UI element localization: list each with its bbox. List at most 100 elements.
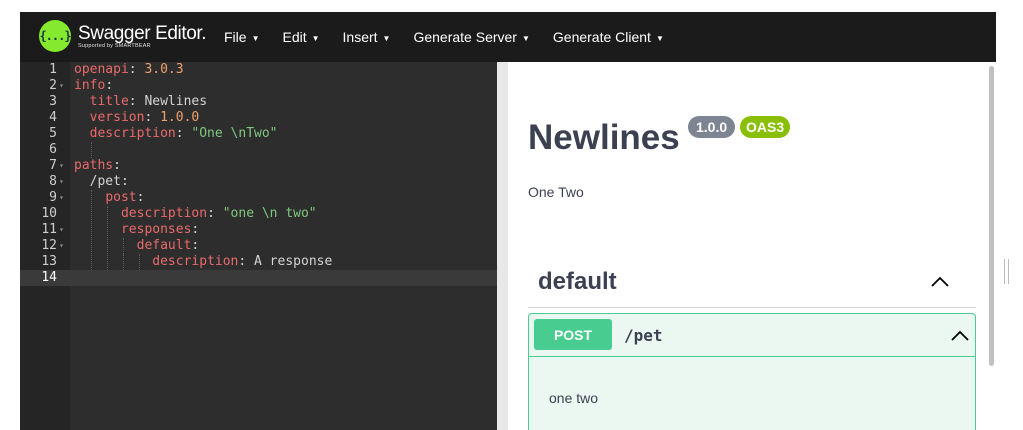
code-token: responses — [120, 222, 192, 237]
caret-down-icon: ▼ — [251, 34, 260, 43]
code-line[interactable]: 4 version: 1.0.0 — [20, 110, 497, 126]
fold-arrow-icon[interactable]: ▾ — [59, 78, 64, 94]
pane-splitter[interactable] — [497, 62, 508, 430]
code-line[interactable]: 12 ▾ default: — [20, 238, 497, 254]
code-line[interactable]: 9 ▾ post: — [20, 190, 497, 206]
line-number: 11 — [41, 222, 57, 237]
code-line[interactable]: 5 description: "One \nTwo" — [20, 126, 497, 142]
code-token: description — [89, 126, 176, 141]
preview-scrollbar[interactable] — [989, 66, 994, 366]
code-text: title: Newlines — [74, 94, 207, 110]
operation-block-post-pet: POST /pet one two — [528, 313, 976, 430]
line-number: 6 — [49, 142, 57, 157]
code-token: : — [191, 238, 200, 253]
code-text: description: A response — [74, 254, 332, 270]
code-line[interactable]: 1 openapi: 3.0.3 — [20, 62, 497, 78]
menu-generate-server-label: Generate Server — [413, 29, 517, 45]
line-number: 5 — [49, 126, 57, 141]
brand-title: Swagger Editor. — [78, 23, 207, 44]
menu-bar: File ▼ Edit ▼ Insert ▼ Generate Server ▼ Gen… — [224, 12, 687, 62]
code-token: 3.0.3 — [144, 62, 184, 77]
code-line[interactable]: 8 ▾ /pet: — [20, 174, 497, 190]
code-line[interactable]: 2 ▾ info: — [20, 78, 497, 94]
code-token: : — [144, 110, 161, 125]
line-number: 9 — [49, 190, 57, 205]
fold-arrow-icon[interactable]: ▾ — [59, 158, 64, 174]
code-line[interactable]: 7 ▾ paths: — [20, 158, 497, 174]
line-number: 1 — [49, 62, 57, 77]
menu-file-label: File — [224, 29, 247, 45]
code-editor[interactable]: 1 openapi: 3.0.3 2 ▾ info: 3 title: Newlines 4… — [20, 62, 497, 430]
code-text: description: "one \n two" — [74, 206, 317, 222]
menu-edit-label: Edit — [282, 29, 307, 45]
code-token: : — [191, 222, 200, 237]
menu-generate-server[interactable]: Generate Server ▼ — [413, 29, 529, 45]
menu-generate-client[interactable]: Generate Client ▼ — [553, 29, 664, 45]
method-badge: POST — [534, 319, 612, 350]
code-token: description — [152, 254, 239, 269]
tag-name: default — [538, 268, 617, 295]
code-line[interactable]: 13 description: A response — [20, 254, 497, 270]
code-token: openapi — [74, 62, 129, 77]
code-token: A response — [254, 254, 333, 269]
line-number: 10 — [41, 206, 57, 221]
code-line[interactable]: 11 ▾ responses: — [20, 222, 497, 238]
code-text: /pet: — [74, 174, 129, 190]
window-resize-handle[interactable] — [1004, 259, 1009, 284]
tag-section-default[interactable]: default — [528, 263, 976, 308]
fold-arrow-icon[interactable]: ▾ — [59, 174, 64, 190]
fold-arrow-icon[interactable]: ▾ — [59, 190, 64, 206]
code-line[interactable]: 3 title: Newlines — [20, 94, 497, 110]
caret-down-icon: ▼ — [521, 34, 530, 43]
code-token: paths — [74, 158, 114, 173]
code-token: "One \nTwo" — [191, 126, 278, 141]
code-text: default: — [74, 238, 200, 254]
chevron-up-icon[interactable] — [950, 329, 970, 343]
code-text: info: — [74, 78, 113, 94]
line-number: 4 — [49, 110, 57, 125]
caret-down-icon: ▼ — [382, 34, 391, 43]
brand: Swagger Editor. Supported by SMARTBEAR — [78, 23, 207, 50]
code-token: : — [238, 254, 255, 269]
code-token: : — [175, 126, 192, 141]
code-token: /pet — [89, 174, 121, 189]
operation-summary[interactable]: POST /pet — [529, 314, 975, 357]
fold-arrow-icon[interactable]: ▾ — [59, 238, 64, 254]
line-number: 2 — [49, 78, 57, 93]
code-token: Newlines — [144, 94, 208, 109]
code-token: info — [74, 78, 106, 93]
chevron-up-icon[interactable] — [930, 275, 950, 289]
version-badge: 1.0.0 — [688, 116, 736, 138]
line-number: 13 — [41, 254, 57, 269]
code-token: : — [207, 206, 223, 221]
code-line[interactable]: 10 description: "one \n two" — [20, 206, 497, 222]
swagger-logo-icon[interactable]: {...} — [39, 20, 72, 52]
code-line[interactable]: 14 — [20, 270, 497, 286]
line-number: 7 — [49, 158, 57, 173]
line-number: 3 — [49, 94, 57, 109]
code-text: responses: — [74, 222, 199, 238]
fold-arrow-icon[interactable]: ▾ — [59, 222, 64, 238]
topbar: {...} Swagger Editor. Supported by SMART… — [20, 12, 996, 62]
docs-preview: Newlines 1.0.0 OAS3 One Two default POST… — [508, 62, 996, 430]
code-token: default — [136, 238, 192, 253]
line-number: 14 — [41, 270, 57, 285]
api-description: One Two — [528, 184, 584, 200]
swagger-editor-app: {...} Swagger Editor. Supported by SMART… — [20, 12, 996, 430]
code-text: post: — [74, 190, 144, 206]
code-token: : — [105, 78, 114, 93]
menu-insert[interactable]: Insert ▼ — [343, 29, 391, 45]
code-token: title — [89, 94, 129, 109]
code-text: paths: — [74, 158, 121, 174]
menu-file[interactable]: File ▼ — [224, 29, 259, 45]
code-token: : — [128, 94, 145, 109]
code-text: description: "One \nTwo" — [74, 126, 278, 142]
code-line[interactable]: 6 — [20, 142, 497, 158]
menu-edit[interactable]: Edit ▼ — [282, 29, 319, 45]
